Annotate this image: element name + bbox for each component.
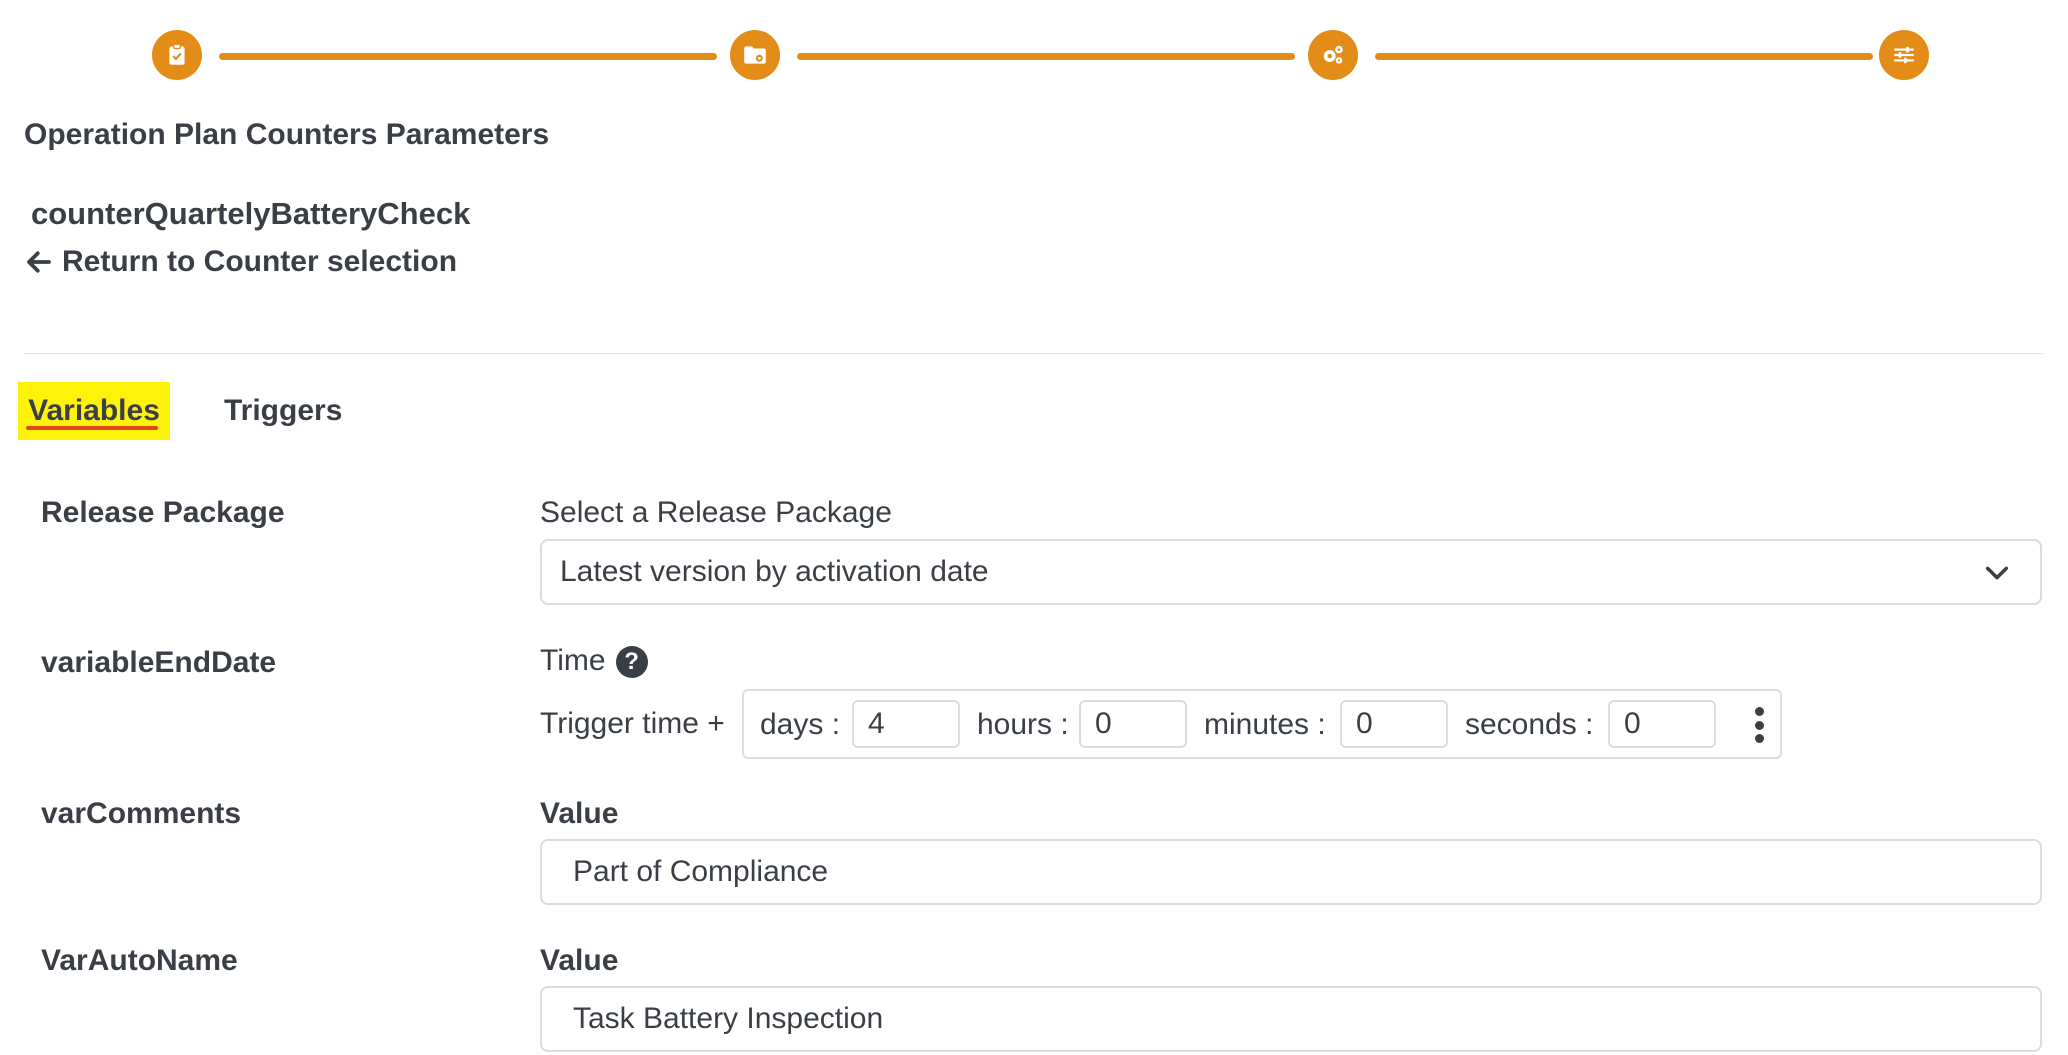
hours-label: hours :	[977, 708, 1069, 741]
step-3[interactable]	[1308, 30, 1358, 80]
chevron-down-icon	[1985, 566, 2009, 580]
days-label: days :	[760, 708, 841, 741]
var-auto-name-input[interactable]: Task Battery Inspection	[540, 986, 2042, 1052]
back-link-label: Return to Counter selection	[62, 245, 458, 278]
release-package-select[interactable]: Latest version by activation date	[540, 539, 2042, 605]
folder-gear-icon	[744, 46, 766, 64]
step-1[interactable]	[152, 30, 202, 80]
release-package-caption: Select a Release Package	[540, 496, 892, 529]
step-connector	[1375, 53, 1873, 60]
page-title: Operation Plan Counters Parameters	[24, 118, 550, 151]
tab-variables[interactable]: Variables	[18, 382, 170, 440]
question-circle-icon[interactable]: ?	[615, 646, 648, 679]
var-auto-name-label: VarAutoName	[41, 944, 238, 977]
sliders-icon	[1894, 46, 1914, 64]
progress-stepper	[152, 30, 1929, 82]
minutes-label: minutes :	[1204, 708, 1326, 741]
trigger-time-offset-group: days : 4 hours : 0 minutes : 0 seconds :…	[742, 689, 1782, 759]
trigger-time-prefix: Trigger time +	[540, 707, 725, 740]
arrow-left-icon	[27, 251, 51, 273]
time-caption: Time?	[540, 644, 648, 679]
tab-triggers[interactable]: Triggers	[224, 382, 342, 440]
minutes-input[interactable]: 0	[1340, 700, 1448, 748]
hours-input[interactable]: 0	[1079, 700, 1187, 748]
var-comments-label: varComments	[41, 797, 242, 830]
step-connector	[219, 53, 717, 60]
variable-end-date-label: variableEndDate	[41, 646, 277, 679]
step-4[interactable]	[1879, 30, 1929, 80]
release-package-selected: Latest version by activation date	[560, 555, 989, 588]
tab-variables-label: Variables	[28, 394, 160, 427]
clipboard-check-icon	[169, 43, 185, 65]
return-to-counter-selection-link[interactable]: Return to Counter selection	[24, 245, 457, 279]
tab-triggers-label: Triggers	[224, 394, 343, 427]
more-options-icon[interactable]	[1754, 707, 1764, 743]
seconds-input[interactable]: 0	[1608, 700, 1716, 748]
step-connector	[797, 53, 1295, 60]
time-caption-text: Time	[540, 644, 606, 677]
days-input[interactable]: 4	[852, 700, 960, 748]
active-tab-indicator	[26, 426, 158, 430]
release-package-label: Release Package	[41, 496, 285, 529]
gears-icon	[1323, 45, 1343, 64]
var-comments-caption: Value	[540, 797, 619, 830]
counter-name: counterQuartelyBatteryCheck	[31, 196, 471, 231]
step-2[interactable]	[730, 30, 780, 80]
divider	[24, 353, 2044, 354]
var-comments-input[interactable]: Part of Compliance	[540, 839, 2042, 905]
var-auto-name-caption: Value	[540, 944, 619, 977]
seconds-label: seconds :	[1465, 708, 1594, 741]
